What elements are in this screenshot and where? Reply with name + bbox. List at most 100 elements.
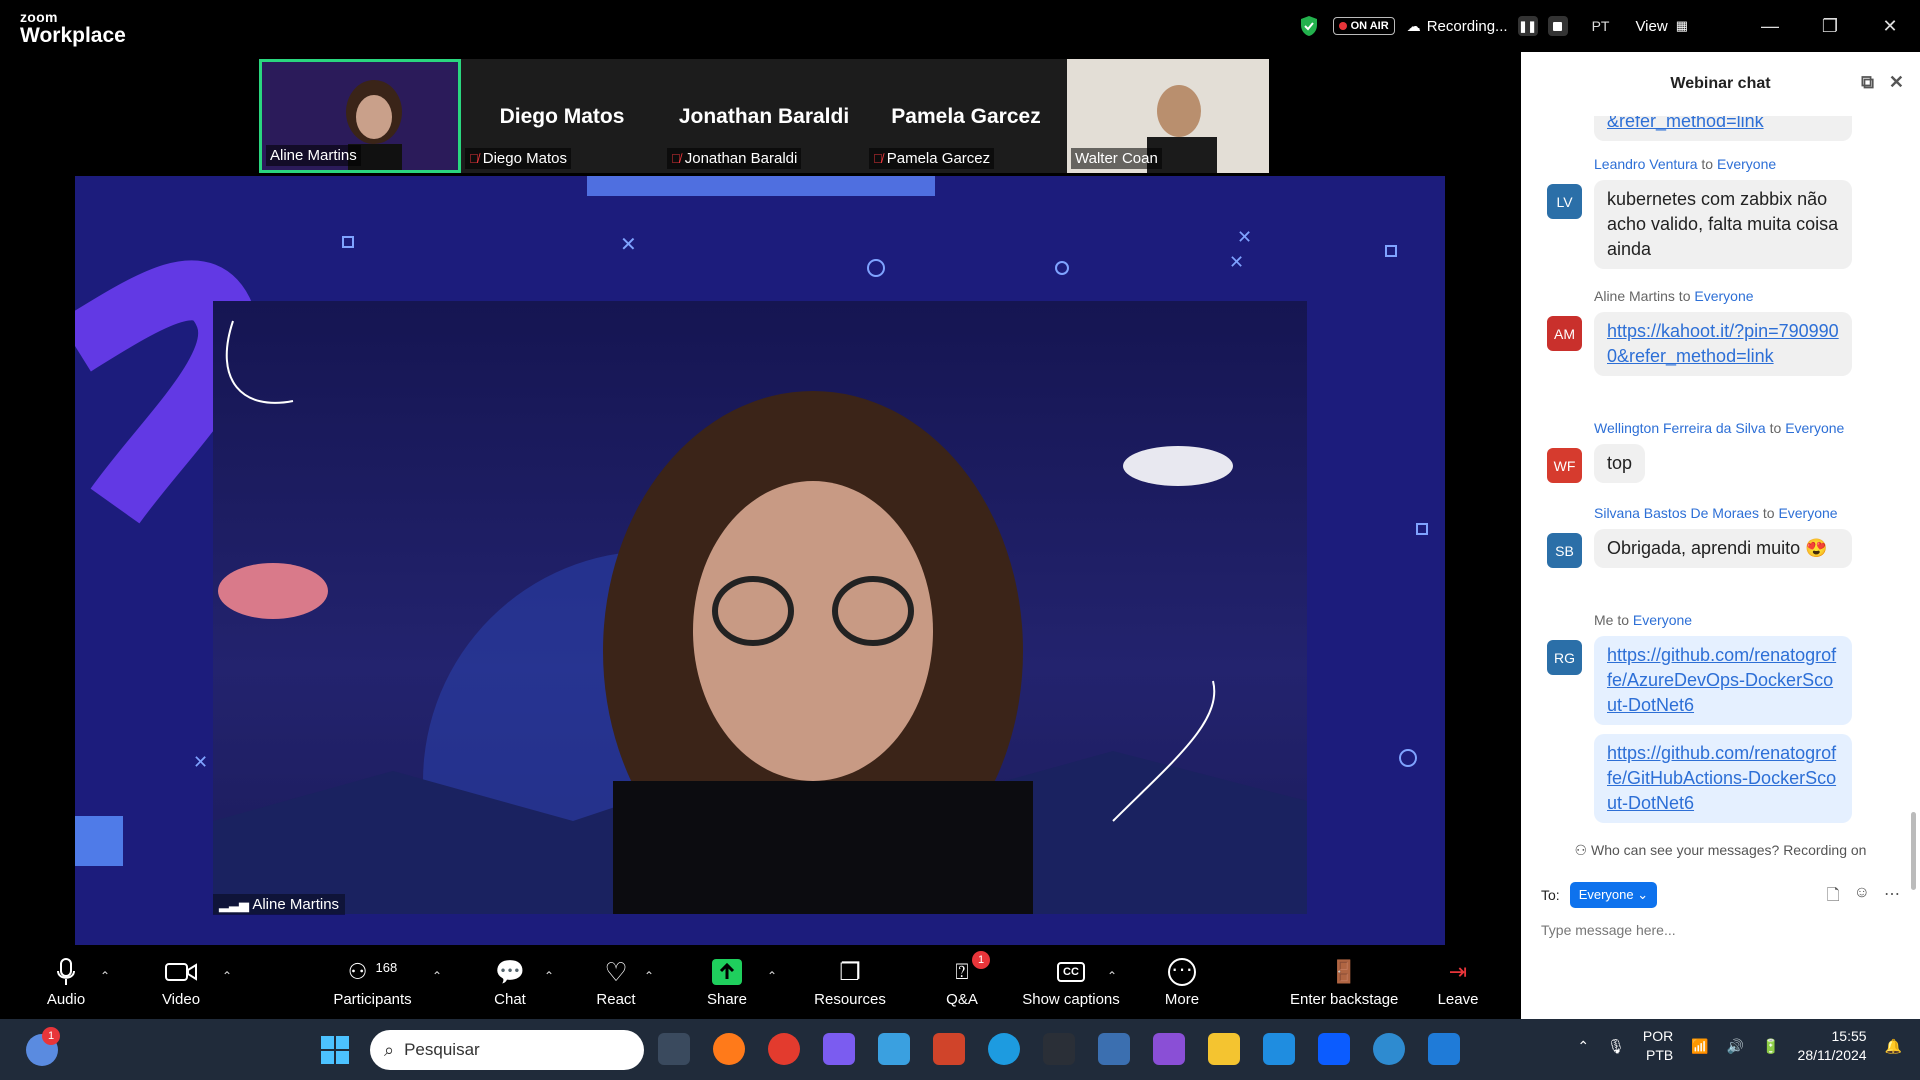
chevron-up-icon[interactable]: ⌃	[1577, 1038, 1589, 1055]
share-options-caret[interactable]: ⌃	[767, 969, 777, 983]
chat-bubble: top	[1594, 444, 1646, 483]
chat-link[interactable]: https://github.com/renatogroffe/AzureDev…	[1607, 645, 1836, 715]
close-window-icon[interactable]: ✕	[1860, 16, 1920, 37]
chat-button[interactable]: 💬 Chat	[488, 955, 532, 1009]
main-stage: ✕ ✕ ✕ ✕ ▂▃▅ Aline Martins	[75, 176, 1445, 945]
powerpoint-icon[interactable]	[933, 1033, 965, 1065]
view-button[interactable]: View ▦	[1635, 18, 1688, 35]
video-options-caret[interactable]: ⌃	[222, 969, 232, 983]
chat-options-caret[interactable]: ⌃	[544, 969, 554, 983]
chat-sender-line: Me to Everyone	[1594, 612, 1693, 628]
message-input[interactable]: Type message here...	[1541, 922, 1676, 938]
windows-start-icon[interactable]	[321, 1036, 349, 1064]
cc-icon: CC	[1057, 962, 1085, 982]
leave-button[interactable]: ⇥ Leave	[1436, 955, 1480, 1008]
participant-tile[interactable]: Jonathan Baraldi 🎙̸ Jonathan Baraldi	[663, 59, 865, 173]
title-bar: zoom Workplace ON AIR ☁ Recording... ❚❚ …	[0, 0, 1920, 52]
popout-icon[interactable]: ⧉	[1861, 72, 1874, 93]
avatar: AM	[1547, 316, 1582, 351]
chevron-down-icon: ⌄	[1637, 887, 1649, 902]
chat-sender-line: Aline Martins to Everyone	[1594, 288, 1754, 304]
battery-icon[interactable]: 🔋	[1762, 1038, 1779, 1055]
terminal-icon[interactable]	[1043, 1033, 1075, 1065]
participant-name-label: 🎙̸ Pamela Garcez	[869, 148, 995, 169]
share-button[interactable]: Share	[703, 955, 751, 1008]
participants-options-caret[interactable]: ⌃	[432, 969, 442, 983]
microphone-icon	[57, 958, 75, 985]
participant-tile[interactable]: Diego Matos 🎙̸ Diego Matos	[461, 59, 663, 173]
recipient-dropdown[interactable]: Everyone ⌄	[1569, 882, 1658, 908]
captions-options-caret[interactable]: ⌃	[1107, 969, 1117, 983]
minimize-icon[interactable]: —	[1740, 16, 1800, 37]
security-shield-icon[interactable]	[1299, 15, 1319, 37]
speaker-video[interactable]	[213, 301, 1307, 914]
meeting-toolbar: Audio ⌃ Video ⌃ ⚇ 168 Participants ⌃ 💬 Chat…	[0, 945, 1521, 1019]
chat-sender-line: Leandro Ventura to Everyone	[1594, 156, 1777, 172]
azure-data-studio-icon[interactable]	[878, 1033, 910, 1065]
cloud-icon: ☁	[1406, 17, 1421, 34]
heart-icon: ♡	[604, 956, 628, 987]
chat-bubble: https://github.com/renatogroffe/GitHubAc…	[1594, 734, 1852, 823]
react-button[interactable]: ♡ React	[592, 955, 640, 1009]
participant-tile[interactable]: Aline Martins	[259, 59, 461, 173]
chat-link[interactable]: https://github.com/renatogroffe/GitHubAc…	[1607, 743, 1836, 813]
language-indicator[interactable]: PT	[1592, 18, 1610, 34]
resources-button[interactable]: ❐ Resources	[812, 955, 888, 1009]
recipient-selector: To: Everyone ⌄	[1541, 882, 1658, 908]
microphone-tray-icon[interactable]: 🎙	[1607, 1038, 1625, 1055]
chat-tools: 🗋 ☺ ⋯	[1827, 884, 1900, 911]
vscode-icon[interactable]	[1428, 1033, 1460, 1065]
more-options-icon[interactable]: ⋯	[1884, 884, 1900, 911]
restore-icon[interactable]: ❐	[1800, 16, 1860, 37]
participant-name-label: 🎙̸ Diego Matos	[465, 148, 571, 169]
audio-button[interactable]: Audio	[40, 955, 92, 1008]
chat-bubble: https://github.com/renatogroffe/AzureDev…	[1594, 636, 1852, 725]
volume-icon[interactable]: 🔊	[1727, 1038, 1744, 1055]
file-explorer-icon[interactable]	[1208, 1033, 1240, 1065]
chat-message-list[interactable]: &refer_method=link Leandro Ventura to Ev…	[1521, 116, 1920, 839]
chat-link[interactable]: &refer_method=link	[1607, 116, 1764, 131]
copilot-icon[interactable]	[823, 1033, 855, 1065]
wifi-icon[interactable]: 📶	[1691, 1038, 1708, 1055]
close-chat-icon[interactable]: ✕	[1889, 72, 1904, 93]
taskbar-search[interactable]: ⌕ Pesquisar	[370, 1030, 644, 1070]
zoom-taskbar-icon[interactable]	[1318, 1033, 1350, 1065]
chrome-icon[interactable]	[768, 1033, 800, 1065]
avatar: SB	[1547, 533, 1582, 568]
svg-text:✕: ✕	[193, 752, 208, 772]
firefox-icon[interactable]	[713, 1033, 745, 1065]
svg-text:✕: ✕	[620, 234, 637, 256]
edge-icon[interactable]	[988, 1033, 1020, 1065]
react-options-caret[interactable]: ⌃	[644, 969, 654, 983]
backstage-door-icon: 🚪	[1330, 959, 1358, 984]
pause-recording-button[interactable]: ❚❚	[1517, 16, 1538, 36]
more-button[interactable]: ··· More	[1162, 955, 1202, 1009]
mic-muted-icon: 🎙̸	[469, 151, 479, 166]
avatar: LV	[1547, 184, 1582, 219]
chat-bubble: Obrigada, aprendi muito 😍	[1594, 529, 1852, 568]
chat-link[interactable]: https://kahoot.it/?pin=7909900&refer_met…	[1607, 321, 1839, 366]
network-tool-icon[interactable]	[1098, 1033, 1130, 1065]
docker-icon[interactable]	[1263, 1033, 1295, 1065]
video-button[interactable]: Video	[155, 955, 207, 1008]
resources-icon: ❐	[839, 958, 861, 986]
stop-recording-button[interactable]	[1547, 16, 1568, 36]
visual-studio-preview-icon[interactable]	[1153, 1033, 1185, 1065]
enter-backstage-button[interactable]: 🚪 Enter backstage	[1290, 955, 1398, 1008]
clock[interactable]: 15:55 28/11/2024	[1798, 1027, 1867, 1065]
task-view-icon[interactable]	[658, 1033, 690, 1065]
privacy-notice[interactable]: ⚇ Who can see your messages? Recording o…	[1521, 842, 1920, 859]
mic-muted-icon: 🎙̸	[671, 151, 681, 166]
participant-tile[interactable]: Walter Coan	[1067, 59, 1269, 173]
input-language[interactable]: POR PTB	[1643, 1027, 1673, 1065]
browser-app-icon[interactable]	[1373, 1033, 1405, 1065]
notification-bell-icon[interactable]: 🔔	[1885, 1038, 1902, 1055]
participants-button[interactable]: ⚇ 168 Participants	[330, 955, 415, 1008]
file-icon[interactable]: 🗋	[1827, 884, 1840, 911]
emoji-icon[interactable]: ☺	[1854, 884, 1870, 911]
video-camera-icon	[165, 963, 197, 981]
participant-tile[interactable]: Pamela Garcez 🎙̸ Pamela Garcez	[865, 59, 1067, 173]
audio-options-caret[interactable]: ⌃	[100, 969, 110, 983]
search-icon: ⌕	[384, 1039, 395, 1060]
grid-icon: ▦	[1675, 18, 1688, 33]
